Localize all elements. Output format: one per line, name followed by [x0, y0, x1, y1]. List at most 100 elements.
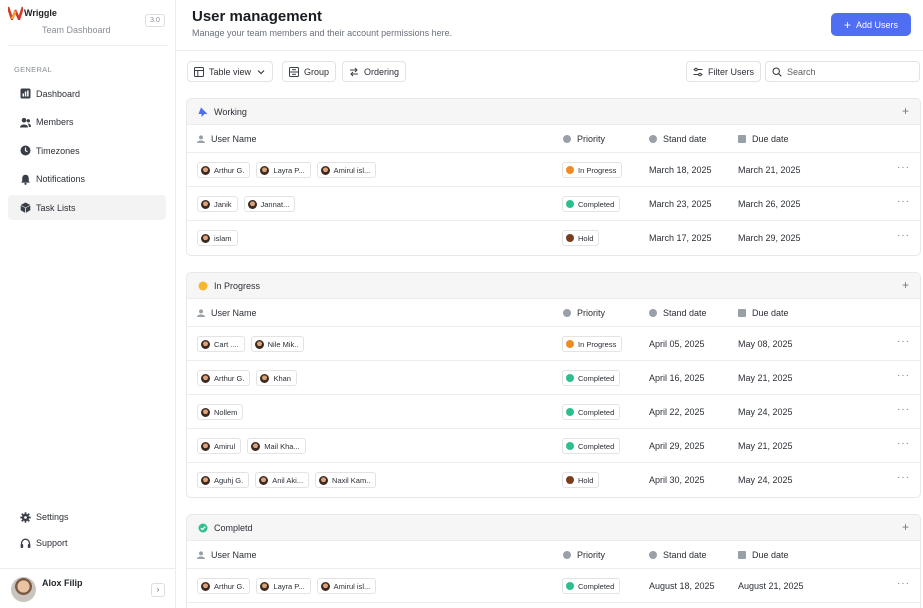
ordering-button[interactable]: Ordering: [342, 61, 407, 82]
column-start-date[interactable]: Stand date: [649, 550, 707, 560]
user-chip[interactable]: Arthur G.: [197, 370, 251, 386]
due-date: March 29, 2025: [738, 233, 801, 243]
user-chips: Nollem: [197, 404, 244, 420]
group-header[interactable]: In Progress +: [187, 273, 920, 299]
sidebar-item-label: Task Lists: [36, 202, 76, 213]
table-row[interactable]: Amirul Mail Kha... Completed April 29, 2…: [187, 429, 920, 463]
yellow-circle-icon: [198, 281, 208, 291]
group-header[interactable]: Completd +: [187, 515, 920, 541]
calendar-icon: [738, 551, 746, 559]
add-users-button[interactable]: + Add Users: [831, 13, 911, 36]
table-row[interactable]: Cart .... Nile Mik.. In Progress April 0…: [187, 327, 920, 361]
user-chip[interactable]: Layra P...: [256, 162, 311, 178]
table-row[interactable]: Arthur G. Layra P... Amirul isl... Compl…: [187, 569, 920, 603]
add-row-button[interactable]: +: [902, 105, 909, 117]
table-row[interactable]: Aguhj G. Anil Aki... Naxil Kam.. Hold Ap…: [187, 463, 920, 497]
status-badge[interactable]: Completed: [562, 196, 621, 212]
logo[interactable]: Wriggle: [8, 6, 57, 20]
status-badge[interactable]: Hold: [562, 472, 600, 488]
search-box[interactable]: [765, 61, 920, 82]
column-user-name[interactable]: User Name: [197, 134, 257, 144]
user-chip[interactable]: Amirul isl...: [316, 578, 377, 594]
more-options-icon[interactable]: ···: [897, 230, 910, 241]
user-chip[interactable]: Amirul isl...: [316, 162, 377, 178]
user-chips: Arthur G. Khan: [197, 370, 297, 386]
status-badge[interactable]: In Progress: [562, 162, 623, 178]
more-options-icon[interactable]: ···: [897, 162, 910, 173]
user-chip[interactable]: islam: [197, 230, 238, 246]
add-row-button[interactable]: +: [902, 279, 909, 291]
column-start-date[interactable]: Stand date: [649, 134, 707, 144]
column-priority[interactable]: Priority: [563, 550, 605, 560]
table-row[interactable]: Arthur G. Khan Completed April 16, 2025 …: [187, 361, 920, 395]
user-chips: Arthur G. Layra P... Amirul isl...: [197, 578, 377, 594]
table-row[interactable]: Arthur G. Layra P... Amirul isl... In Pr…: [187, 153, 920, 187]
user-chip[interactable]: Anil Aki...: [255, 472, 310, 488]
user-chip[interactable]: Arthur G.: [197, 578, 251, 594]
user-chip[interactable]: Amirul: [197, 438, 242, 454]
user-chip[interactable]: Janik: [197, 196, 238, 212]
search-input[interactable]: [787, 66, 907, 77]
more-options-icon[interactable]: ···: [897, 578, 910, 589]
avatar: [201, 475, 210, 485]
column-due-date[interactable]: Due date: [738, 134, 789, 144]
chevron-down-icon: [257, 69, 265, 74]
add-row-button[interactable]: +: [902, 521, 909, 533]
table-view-dropdown[interactable]: Table view: [187, 61, 274, 82]
status-badge[interactable]: Completed: [562, 370, 621, 386]
status-badge[interactable]: Completed: [562, 578, 621, 594]
column-priority[interactable]: Priority: [563, 308, 605, 318]
user-chip[interactable]: Nollem: [197, 404, 244, 420]
sidebar-item-dashboard[interactable]: Dashboard: [8, 81, 166, 106]
table-row[interactable]: Nollem Completed April 22, 2025 May 24, …: [187, 395, 920, 429]
more-options-icon[interactable]: ···: [897, 336, 910, 347]
status-badge[interactable]: Completed: [562, 438, 621, 454]
user-chip[interactable]: Cart ....: [197, 336, 245, 352]
user-chip[interactable]: Nile Mik..: [250, 336, 305, 352]
sidebar-item-timezones[interactable]: Timezones: [8, 138, 166, 163]
user-chips: islam: [197, 230, 238, 246]
sidebar-item-task-lists[interactable]: Task Lists: [8, 195, 166, 220]
user-chip[interactable]: Naxil Kam..: [315, 472, 377, 488]
more-options-icon[interactable]: ···: [897, 196, 910, 207]
sidebar-item-label: Timezones: [36, 145, 80, 156]
column-due-date[interactable]: Due date: [738, 308, 789, 318]
group-header[interactable]: Working +: [187, 99, 920, 125]
user-profile[interactable]: Alox Filip ›: [0, 568, 176, 608]
sidebar-item-members[interactable]: Members: [8, 110, 166, 135]
status-badge[interactable]: Completed: [562, 404, 621, 420]
collapse-sidebar-button[interactable]: ›: [151, 583, 165, 597]
avatar: [319, 475, 329, 485]
column-priority[interactable]: Priority: [563, 134, 605, 144]
sidebar-item-support[interactable]: Support: [8, 531, 166, 555]
column-user-name[interactable]: User Name: [197, 308, 257, 318]
filter-users-button[interactable]: Filter Users: [686, 61, 762, 82]
group-title: Completd: [214, 522, 253, 533]
group-label: Group: [304, 66, 330, 77]
group-button[interactable]: Group: [282, 61, 337, 82]
user-chip[interactable]: Mail Kha...: [247, 438, 306, 454]
hold-dot-icon: [566, 234, 574, 242]
user-chip[interactable]: Arthur G.: [197, 162, 251, 178]
user-chip[interactable]: Layra P...: [256, 578, 311, 594]
brand-block: Wriggle Team Dashboard 3.0: [8, 6, 168, 46]
more-options-icon[interactable]: ···: [897, 404, 910, 415]
user-chip[interactable]: Jannat...: [243, 196, 296, 212]
due-date: March 26, 2025: [738, 199, 801, 209]
status-badge[interactable]: In Progress: [562, 336, 623, 352]
sidebar-item-notifications[interactable]: Notifications: [8, 167, 166, 192]
table-row[interactable]: Janik Jannat... Completed March 23, 2025…: [187, 187, 920, 221]
more-options-icon[interactable]: ···: [897, 438, 910, 449]
column-start-date[interactable]: Stand date: [649, 308, 707, 318]
more-options-icon[interactable]: ···: [897, 370, 910, 381]
column-user-name[interactable]: User Name: [197, 550, 257, 560]
more-options-icon[interactable]: ···: [897, 472, 910, 483]
user-chips: Cart .... Nile Mik..: [197, 336, 305, 352]
user-chip[interactable]: Khan: [256, 370, 297, 386]
column-due-date[interactable]: Due date: [738, 550, 789, 560]
sidebar-item-settings[interactable]: Settings: [8, 505, 166, 529]
user-chip[interactable]: Aguhj G.: [197, 472, 250, 488]
table-row[interactable]: islam Hold March 17, 2025 March 29, 2025…: [187, 221, 920, 255]
status-badge[interactable]: Hold: [562, 230, 600, 246]
headphones-icon: [20, 538, 31, 549]
